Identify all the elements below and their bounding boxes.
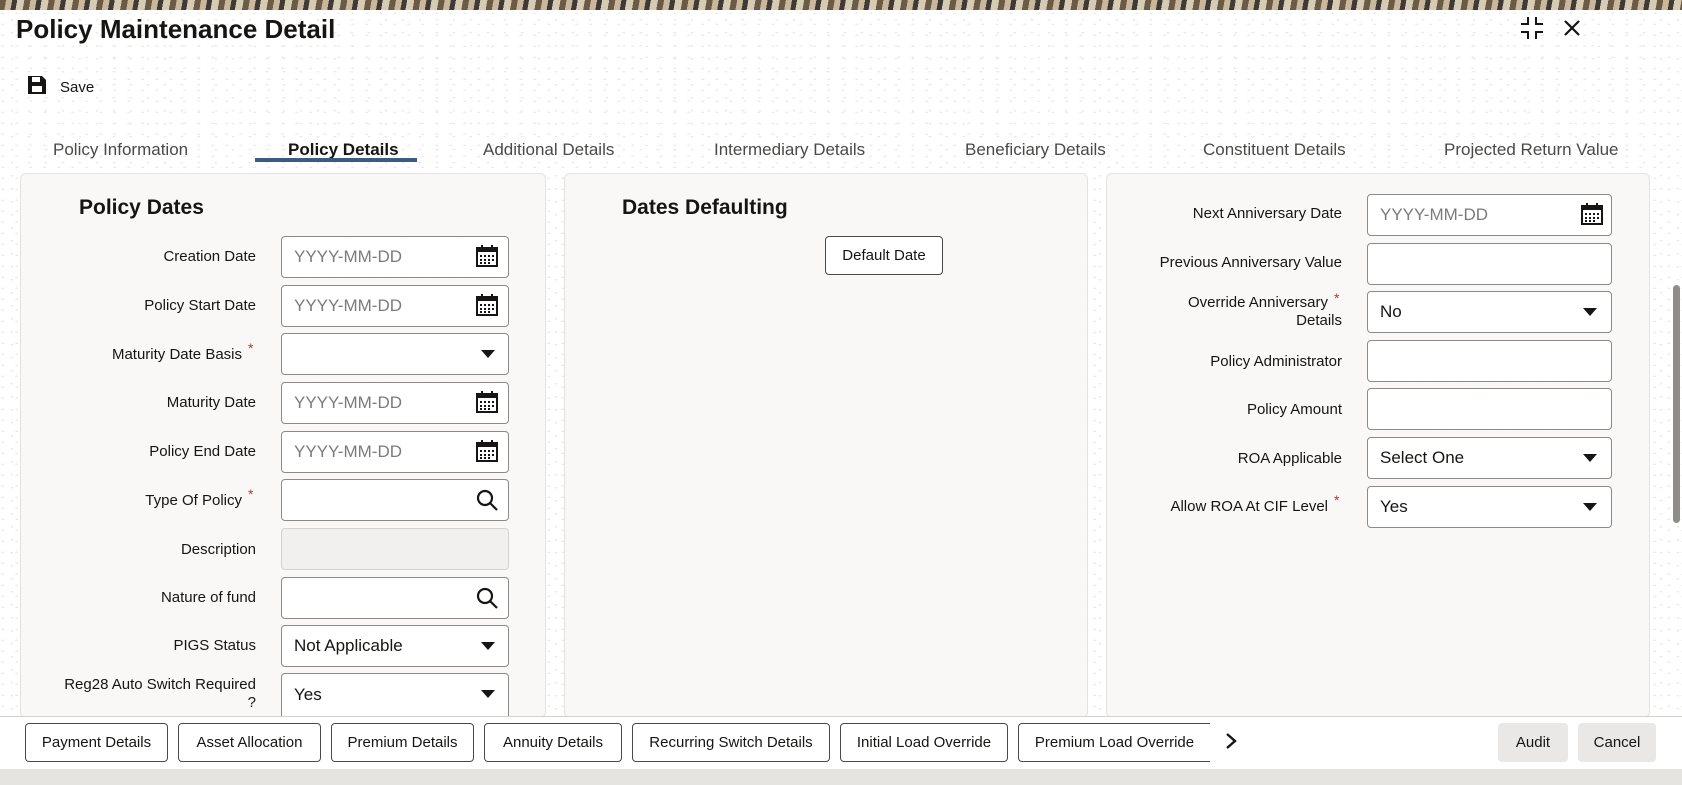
chevron-right-icon[interactable] bbox=[1218, 728, 1244, 754]
chevron-down-icon bbox=[481, 690, 495, 698]
search-icon[interactable] bbox=[475, 586, 499, 615]
policy-end-date-label: Policy End Date bbox=[149, 443, 256, 460]
dates-defaulting-title: Dates Defaulting bbox=[622, 196, 788, 219]
policy-start-date-label: Policy Start Date bbox=[144, 297, 256, 314]
calendar-icon[interactable] bbox=[475, 244, 499, 273]
calendar-icon[interactable] bbox=[475, 390, 499, 419]
policy-amount-label: Policy Amount bbox=[1246, 401, 1342, 418]
calendar-icon[interactable] bbox=[475, 439, 499, 468]
close-icon[interactable] bbox=[1556, 12, 1588, 44]
tab-constituent-details[interactable]: Constituent Details bbox=[1203, 127, 1346, 173]
override-anniversary-details-label: Override Anniversary bbox=[1187, 294, 1328, 311]
premium-details-button[interactable]: Premium Details bbox=[331, 723, 474, 762]
policy-amount-input[interactable] bbox=[1367, 388, 1612, 430]
chevron-down-icon bbox=[1583, 454, 1597, 462]
required-marker: * bbox=[248, 340, 254, 356]
tab-policy-information[interactable]: Policy Information bbox=[53, 127, 188, 173]
chevron-down-icon bbox=[481, 642, 495, 650]
creation-date-label: Creation Date bbox=[163, 248, 256, 265]
policy-administrator-label: Policy Administrator bbox=[1210, 353, 1342, 370]
allow-roa-cif-level-label: Allow ROA At CIF Level bbox=[1170, 498, 1328, 515]
required-marker: * bbox=[1334, 492, 1340, 508]
maturity-date-basis-select[interactable] bbox=[281, 333, 509, 375]
policy-administrator-input[interactable] bbox=[1367, 340, 1612, 382]
policy-dates-title: Policy Dates bbox=[79, 196, 204, 219]
chevron-down-icon bbox=[1583, 308, 1597, 316]
calendar-icon[interactable] bbox=[475, 293, 499, 322]
reg28-auto-switch-label: Reg28 Auto Switch Required ? bbox=[64, 676, 256, 711]
header-decoration bbox=[0, 0, 1682, 10]
chevron-down-icon bbox=[1583, 503, 1597, 511]
chevron-down-icon bbox=[481, 350, 495, 358]
cancel-button[interactable]: Cancel bbox=[1578, 723, 1656, 762]
description-label: Description bbox=[180, 541, 256, 558]
allow-roa-cif-level-select[interactable]: Yes bbox=[1367, 486, 1612, 528]
default-date-button[interactable]: Default Date bbox=[825, 236, 943, 275]
asset-allocation-button[interactable]: Asset Allocation bbox=[178, 723, 321, 762]
audit-button[interactable]: Audit bbox=[1498, 723, 1568, 762]
override-anniversary-details-label-2: Details bbox=[1296, 312, 1342, 329]
tab-policy-details[interactable]: Policy Details bbox=[288, 127, 399, 173]
maturity-date-label: Maturity Date bbox=[166, 394, 256, 411]
save-icon bbox=[26, 74, 48, 100]
pigs-status-select[interactable]: Not Applicable bbox=[281, 625, 509, 667]
tab-intermediary-details[interactable]: Intermediary Details bbox=[714, 127, 865, 173]
tab-bar: Policy Information Policy Details Additi… bbox=[20, 127, 1660, 173]
next-anniversary-date-label: Next Anniversary Date bbox=[1192, 205, 1342, 222]
required-marker: * bbox=[248, 486, 254, 502]
save-label: Save bbox=[60, 78, 95, 96]
initial-load-override-button[interactable]: Initial Load Override bbox=[840, 723, 1008, 762]
type-of-policy-label: Type Of Policy bbox=[145, 492, 242, 509]
annuity-details-button[interactable]: Annuity Details bbox=[484, 723, 622, 762]
active-tab-indicator bbox=[255, 158, 417, 162]
roa-applicable-label: ROA Applicable bbox=[1237, 450, 1342, 467]
window-title: Policy Maintenance Detail bbox=[16, 14, 336, 44]
tab-additional-details[interactable]: Additional Details bbox=[483, 127, 614, 173]
next-anniversary-date-input[interactable]: YYYY-MM-DD bbox=[1367, 194, 1612, 236]
payment-details-button[interactable]: Payment Details bbox=[25, 723, 168, 762]
pigs-status-label: PIGS Status bbox=[173, 637, 256, 654]
reg28-auto-switch-select[interactable]: Yes bbox=[281, 673, 509, 716]
calendar-icon[interactable] bbox=[1580, 202, 1604, 231]
tab-beneficiary-details[interactable]: Beneficiary Details bbox=[965, 127, 1106, 173]
roa-applicable-select[interactable]: Select One bbox=[1367, 437, 1612, 479]
override-anniversary-details-select[interactable]: No bbox=[1367, 291, 1612, 333]
recurring-switch-details-button[interactable]: Recurring Switch Details bbox=[632, 723, 830, 762]
maximize-icon[interactable] bbox=[1516, 12, 1548, 44]
premium-load-override-button[interactable]: Premium Load Override bbox=[1018, 723, 1210, 762]
description-field bbox=[281, 528, 509, 570]
tab-projected-return-value[interactable]: Projected Return Value bbox=[1444, 127, 1619, 173]
footer-strip bbox=[0, 769, 1682, 785]
required-marker: * bbox=[1334, 290, 1340, 306]
previous-anniversary-value-input[interactable] bbox=[1367, 243, 1612, 285]
save-button[interactable]: Save bbox=[26, 74, 94, 100]
search-icon[interactable] bbox=[475, 488, 499, 517]
maturity-date-basis-label: Maturity Date Basis bbox=[111, 346, 242, 363]
previous-anniversary-value-label: Previous Anniversary Value bbox=[1159, 254, 1342, 271]
nature-of-fund-label: Nature of fund bbox=[160, 589, 256, 606]
scrollbar-thumb[interactable] bbox=[1673, 285, 1680, 523]
